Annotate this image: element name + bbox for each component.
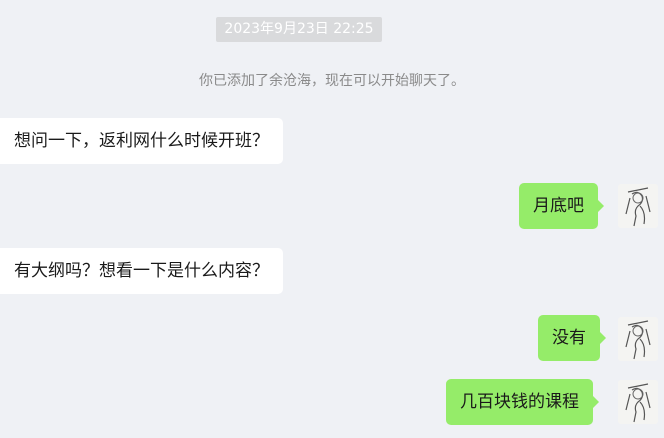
system-note: 你已添加了余沧海，现在可以开始聊天了。 (199, 73, 465, 89)
incoming-message[interactable]: 想问一下，返利网什么时候开班？ (0, 118, 283, 164)
avatar-icon[interactable] (618, 380, 658, 424)
message-timestamp: 2023年9月23日 22:25 (216, 17, 382, 42)
outgoing-message[interactable]: 几百块钱的课程 (446, 379, 599, 425)
outgoing-message[interactable]: 月底吧 (519, 183, 604, 229)
avatar-icon[interactable] (618, 317, 658, 361)
avatar-icon[interactable] (618, 184, 658, 228)
outgoing-message[interactable]: 没有 (538, 315, 606, 361)
incoming-message[interactable]: 有大纲吗？想看一下是什么内容？ (0, 248, 283, 294)
